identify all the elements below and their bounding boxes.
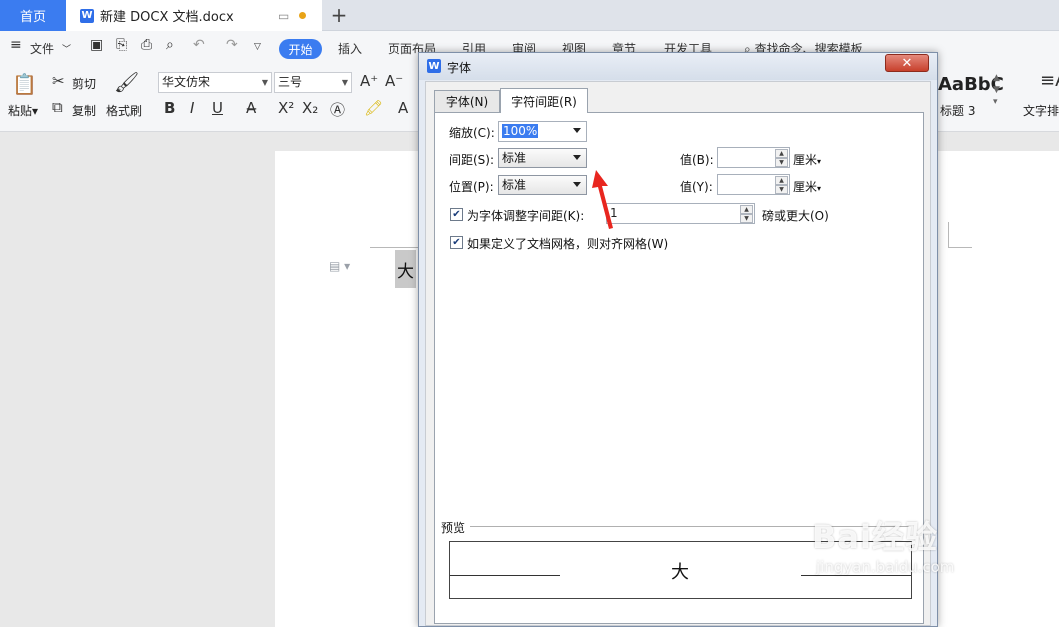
superscript-icon[interactable]: X² xyxy=(278,99,294,117)
position-select[interactable]: 标准 xyxy=(498,175,587,195)
value-b-input[interactable]: ▲ ▼ xyxy=(717,147,790,168)
spin-down-icon[interactable]: ▼ xyxy=(775,158,788,167)
text-layout-button[interactable]: 文字排 xyxy=(1023,102,1059,119)
preview-text: 大 xyxy=(671,562,689,583)
watermark-brand: Bai经验 xyxy=(812,518,938,556)
tab-home-label: 首页 xyxy=(19,10,46,25)
preview-label: 预览 xyxy=(441,521,466,535)
tab-font[interactable]: 字体(N) xyxy=(434,90,500,112)
watermark-url: jingyan.baidu.com xyxy=(816,558,955,576)
paste-icon[interactable]: 📋 xyxy=(12,72,37,96)
kerning-input[interactable]: 1 ▲ ▼ xyxy=(606,203,755,224)
kerning-label: 为字体调整字间距(K): xyxy=(467,209,585,223)
annotation-arrow-icon xyxy=(592,170,613,229)
text-effect-icon[interactable]: Ⓐ xyxy=(330,99,345,120)
shrink-font-icon[interactable]: A⁻ xyxy=(385,72,403,90)
preview-baseline-left xyxy=(450,575,560,576)
menu-insert[interactable]: 插入 xyxy=(338,40,362,57)
undo-icon[interactable]: ↶ xyxy=(193,37,205,53)
more-chevron-icon[interactable]: ▽ xyxy=(254,42,261,52)
chevron-down-icon xyxy=(573,128,581,133)
scale-label: 缩放(C): xyxy=(449,126,495,140)
dialog-titlebar[interactable] xyxy=(419,53,937,80)
highlight-icon[interactable]: 🖍 xyxy=(364,99,383,117)
grid-label: 如果定义了文档网格，则对齐网格(W) xyxy=(467,237,669,251)
paste-button[interactable]: 粘贴▾ xyxy=(8,102,38,119)
tab-home[interactable]: 首页 xyxy=(0,0,66,31)
chevron-down-icon: ▼ xyxy=(341,78,348,87)
print-preview-icon[interactable]: ⌕ xyxy=(166,37,174,53)
unit-b-select[interactable]: 厘米▾ xyxy=(793,151,821,168)
underline-icon[interactable]: U xyxy=(212,99,223,117)
copy-icon[interactable]: ⧉ xyxy=(52,98,63,116)
spacing-label: 间距(S): xyxy=(449,153,495,167)
wps-writer-icon: W xyxy=(427,59,441,73)
value-y-label: 值(Y): xyxy=(680,180,713,194)
unit-y-label: 厘米 xyxy=(793,180,818,194)
wps-writer-icon: W xyxy=(80,8,94,23)
watermark: Bai经验 jingyan.baidu.com xyxy=(812,512,954,576)
tab-document[interactable]: W 新建 DOCX 文档.docx ▭ xyxy=(66,0,322,31)
save-icon[interactable]: ▣ xyxy=(90,37,103,53)
tab-character-spacing[interactable]: 字符间距(R) xyxy=(500,88,588,113)
chevron-down-icon[interactable]: ﹀ xyxy=(62,42,71,55)
grow-font-icon[interactable]: A⁺ xyxy=(360,72,378,90)
spin-down-icon[interactable]: ▼ xyxy=(775,185,788,194)
chevron-down-icon xyxy=(573,182,581,187)
new-tab-button[interactable]: + xyxy=(328,3,350,27)
close-icon: ✕ xyxy=(901,55,913,71)
scale-value: 100% xyxy=(502,124,539,138)
crop-mark xyxy=(948,247,972,248)
grid-checkbox[interactable]: ✔ xyxy=(450,236,463,249)
paste-label: 粘贴 xyxy=(8,104,33,118)
chevron-down-icon: ▼ xyxy=(261,78,268,87)
value-y-input[interactable]: ▲ ▼ xyxy=(717,174,790,195)
selected-text[interactable]: 大 xyxy=(395,250,416,288)
monitor-icon[interactable]: ▭ xyxy=(278,9,289,23)
position-label: 位置(P): xyxy=(449,180,494,194)
kerning-suffix: 磅或更大(O) xyxy=(762,209,829,223)
dialog-title: 字体 xyxy=(447,61,472,75)
format-painter-button[interactable]: 格式刷 xyxy=(106,102,142,119)
text-layout-icon[interactable]: ≡A xyxy=(1040,70,1059,91)
font-color-icon[interactable]: A xyxy=(398,99,408,117)
format-painter-icon[interactable]: 🖌 xyxy=(114,70,139,94)
kerning-checkbox[interactable]: ✔ xyxy=(450,208,463,221)
crop-mark xyxy=(948,222,949,248)
unit-b-label: 厘米 xyxy=(793,153,818,167)
subscript-icon[interactable]: X₂ xyxy=(302,99,318,117)
font-size-value: 三号 xyxy=(278,75,303,89)
spacing-value: 标准 xyxy=(502,151,527,165)
scissors-icon[interactable]: ✂ xyxy=(52,72,65,90)
tab-document-label: 新建 DOCX 文档.docx xyxy=(100,10,234,25)
redo-icon[interactable]: ↷ xyxy=(226,37,238,53)
print-icon[interactable]: ⎙ xyxy=(141,37,152,53)
export-icon[interactable]: ⎘ xyxy=(116,37,127,53)
cut-button[interactable]: 剪切 xyxy=(72,75,96,92)
spacing-select[interactable]: 标准 xyxy=(498,148,587,168)
hamburger-icon[interactable]: ≡ xyxy=(10,37,22,53)
font-name-select[interactable]: 华文仿宋 ▼ xyxy=(158,72,272,93)
font-size-select[interactable]: 三号 ▼ xyxy=(274,72,352,93)
style-heading3[interactable]: 标题 3 xyxy=(940,102,975,119)
position-value: 标准 xyxy=(502,178,527,192)
new-tab-label: + xyxy=(330,3,348,27)
crop-mark xyxy=(370,247,418,248)
close-button[interactable]: ✕ xyxy=(885,54,929,72)
font-name-value: 华文仿宋 xyxy=(162,75,211,89)
value-b-label: 值(B): xyxy=(680,153,714,167)
chevron-down-icon xyxy=(573,155,581,160)
unsaved-dot-icon xyxy=(299,12,306,19)
italic-icon[interactable]: I xyxy=(190,99,194,117)
menu-start[interactable]: 开始 xyxy=(279,39,322,59)
menu-file[interactable]: 文件 xyxy=(30,40,54,57)
copy-button[interactable]: 复制 xyxy=(72,102,96,119)
spin-down-icon[interactable]: ▼ xyxy=(740,214,753,223)
strikethrough-icon[interactable]: A̶ xyxy=(246,99,256,117)
bold-icon[interactable]: B xyxy=(164,99,175,117)
paragraph-menu-icon[interactable]: ▤ ▾ xyxy=(329,259,350,273)
style-scroll[interactable]: ▲ ▼ ▾ xyxy=(993,72,1000,108)
unit-y-select[interactable]: 厘米▾ xyxy=(793,178,821,195)
scale-select[interactable]: 100% xyxy=(498,121,587,142)
